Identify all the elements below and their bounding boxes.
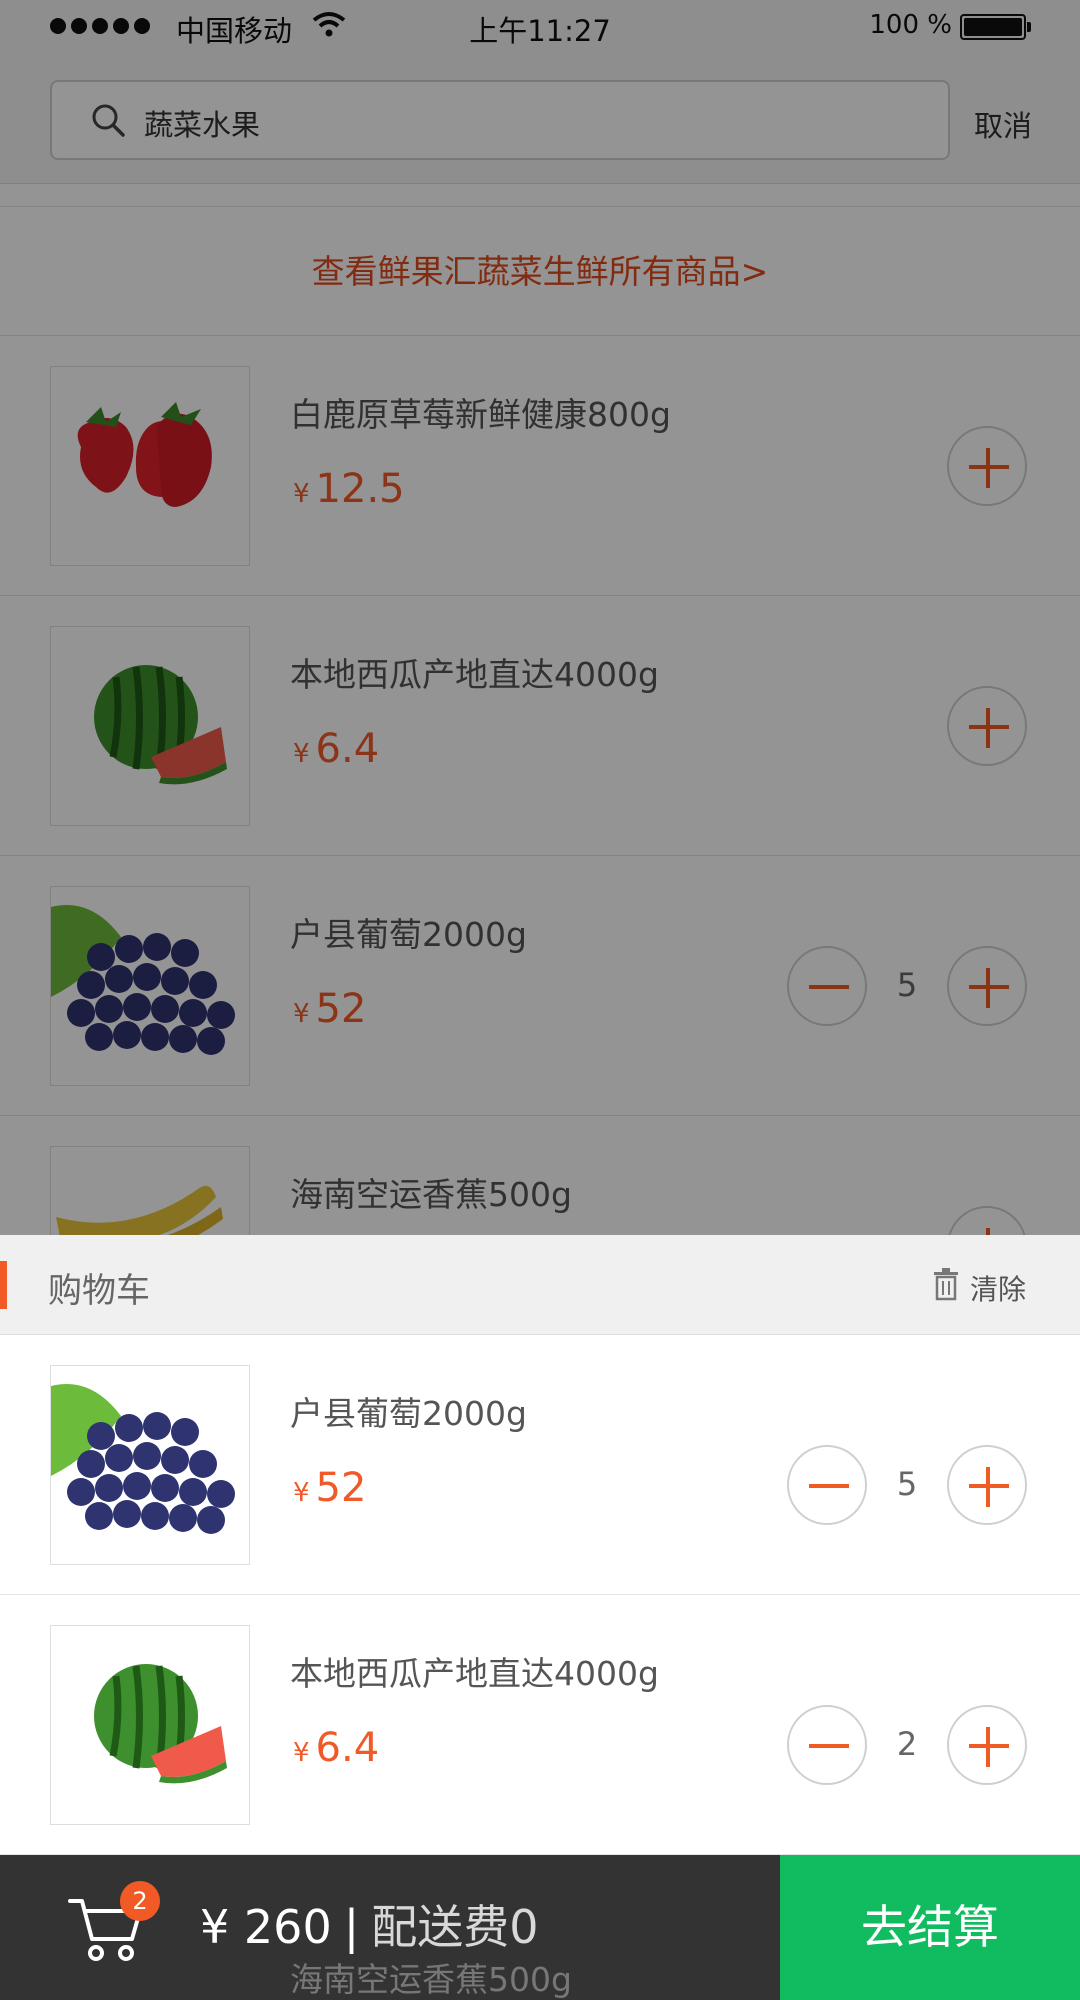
clear-cart-button[interactable]: 清除 xyxy=(932,1267,1026,1308)
dim-overlay[interactable] xyxy=(0,0,1080,1235)
cart-header: 购物车 清除 xyxy=(0,1235,1080,1335)
total-amount: 260 xyxy=(243,1900,332,1954)
product-name: 本地西瓜产地直达4000g xyxy=(290,1654,659,1693)
checkout-button[interactable]: 去结算 xyxy=(780,1855,1080,2000)
cart-item: 本地西瓜产地直达4000g ¥6.4 2 xyxy=(0,1595,1080,1855)
cart-count-badge: 2 xyxy=(120,1881,160,1921)
separator: | xyxy=(343,1900,360,1954)
delivery-fee: 配送费0 xyxy=(371,1900,539,1954)
cart-total: ¥ 260 | 配送费0 xyxy=(200,1891,539,1957)
currency-symbol: ¥ xyxy=(200,1900,230,1954)
trash-icon xyxy=(932,1267,960,1308)
cart-item: 户县葡萄2000g ¥52 5 xyxy=(0,1335,1080,1595)
quantity-value: 2 xyxy=(896,1725,918,1763)
cart-panel: 购物车 清除 户县葡萄2000g ¥52 5 本地西瓜产地直达4000g ¥ 6… xyxy=(0,1235,1080,1855)
cart-title: 购物车 xyxy=(48,1271,150,1311)
cart-items: 户县葡萄2000g ¥52 5 本地西瓜产地直达4000g ¥6.4 2 xyxy=(0,1335,1080,1855)
clear-label: 清除 xyxy=(969,1272,1026,1306)
product-name: 户县葡萄2000g xyxy=(290,1394,527,1433)
quantity-value: 5 xyxy=(896,1465,918,1503)
minus-button[interactable] xyxy=(787,1705,867,1785)
minus-button[interactable] xyxy=(787,1445,867,1525)
watermelon-image xyxy=(50,1625,250,1825)
product-name: 海南空运香蕉500g xyxy=(290,1960,572,1999)
checkout-bar: 海南空运香蕉500g 2 ¥ 260 | 配送费0 去结算 xyxy=(0,1855,1080,2000)
product-price: ¥6.4 xyxy=(293,1725,380,1771)
grape-image xyxy=(50,1365,250,1565)
cart-accent-bar xyxy=(0,1261,7,1309)
product-price: ¥52 xyxy=(293,1465,367,1511)
add-button[interactable] xyxy=(947,1445,1027,1525)
add-button[interactable] xyxy=(947,1705,1027,1785)
